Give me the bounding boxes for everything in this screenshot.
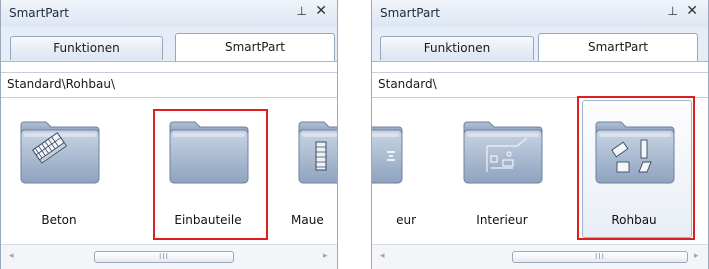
scroll-thumb[interactable]: III <box>512 251 688 263</box>
list-item-interieur[interactable]: Interieur <box>452 96 552 244</box>
pin-icon[interactable]: ⊥ <box>297 4 307 18</box>
item-label: eur <box>396 213 416 227</box>
pin-icon[interactable]: ⊥ <box>668 4 678 18</box>
smartpart-panel-right: SmartPart ⊥ ✕ Funktionen SmartPart Stand… <box>371 0 709 269</box>
tab-bar: Funktionen SmartPart <box>1 27 337 62</box>
scroll-thumb[interactable]: III <box>94 251 234 263</box>
tab-label: SmartPart <box>588 40 648 54</box>
item-label: Interieur <box>476 213 528 227</box>
scroll-grip: III <box>594 252 606 261</box>
tab-funktionen[interactable]: Funktionen <box>10 36 163 60</box>
close-icon[interactable]: ✕ <box>686 3 698 19</box>
breadcrumb: Standard\Rohbau\ <box>1 72 337 98</box>
item-list: Beton Einbauteile Maue <box>1 96 337 244</box>
scroll-grip: III <box>158 252 170 261</box>
scroll-left-icon[interactable]: ◂ <box>9 251 14 261</box>
item-label: Beton <box>41 213 77 227</box>
list-item-beton[interactable]: Beton <box>9 96 109 244</box>
item-label: Maue <box>291 213 324 227</box>
tab-label: Funktionen <box>423 41 491 55</box>
tab-funktionen[interactable]: Funktionen <box>380 36 534 60</box>
folder-icon <box>463 116 543 184</box>
scroll-right-icon[interactable]: ▸ <box>323 251 328 261</box>
folder-icon <box>372 116 403 184</box>
scroll-left-icon[interactable]: ◂ <box>380 251 385 261</box>
tab-bar: Funktionen SmartPart <box>372 27 708 62</box>
scroll-right-icon[interactable]: ▸ <box>694 251 699 261</box>
folder-icon <box>298 116 337 184</box>
panel-titlebar: SmartPart ⊥ ✕ <box>372 0 708 28</box>
horizontal-scrollbar[interactable]: ◂ III ▸ <box>372 244 708 269</box>
panel-title: SmartPart <box>380 6 440 20</box>
selection-highlight <box>577 96 695 240</box>
list-item-exterieur[interactable]: eur <box>372 96 416 244</box>
tab-label: SmartPart <box>225 40 285 54</box>
folder-icon <box>20 116 100 184</box>
panel-title: SmartPart <box>9 6 69 20</box>
close-icon[interactable]: ✕ <box>315 3 327 19</box>
tab-label: Funktionen <box>53 41 120 55</box>
horizontal-scrollbar[interactable]: ◂ III ▸ <box>1 244 337 269</box>
list-item-mauerwerk[interactable]: Maue <box>287 96 337 244</box>
item-list: eur Interieur Rohbau <box>372 96 708 244</box>
smartpart-panel-left: SmartPart ⊥ ✕ Funktionen SmartPart Stand… <box>0 0 338 269</box>
panel-titlebar: SmartPart ⊥ ✕ <box>1 0 337 28</box>
selection-highlight <box>153 109 268 240</box>
tab-smartpart[interactable]: SmartPart <box>175 33 335 61</box>
breadcrumb: Standard\ <box>372 72 708 98</box>
tab-smartpart[interactable]: SmartPart <box>538 33 698 61</box>
